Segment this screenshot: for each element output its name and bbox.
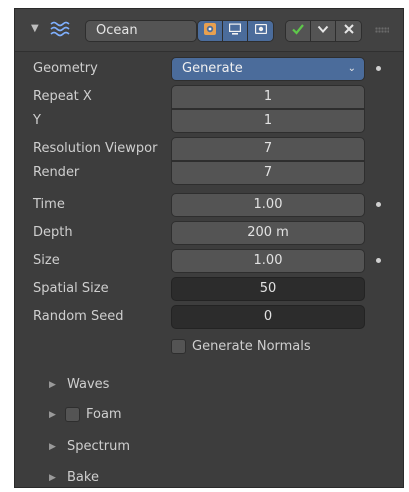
triangle-right-icon: ▶ <box>49 410 56 420</box>
repeat-x-label: Repeat X <box>33 89 92 104</box>
render-icon <box>253 21 269 41</box>
time-field[interactable]: 1.00 <box>171 193 365 217</box>
repeat-y-row: Y 1 <box>15 109 403 133</box>
subpanel-label: Foam <box>86 407 122 422</box>
time-label: Time <box>33 197 65 212</box>
close-icon <box>341 21 357 41</box>
subpanel-foam[interactable]: ▶ Foam <box>15 401 403 429</box>
drag-grip-icon[interactable] <box>375 27 389 33</box>
depth-row: Depth 200 m <box>15 221 403 245</box>
depth-field[interactable]: 200 m <box>171 221 365 245</box>
chevron-down-icon: ⌄ <box>347 63 356 74</box>
repeat-y-label: Y <box>33 113 41 128</box>
subpanel-waves[interactable]: ▶ Waves <box>15 371 403 399</box>
triangle-down-icon[interactable]: ▼ <box>31 20 45 38</box>
random-seed-field[interactable]: 0 <box>171 305 365 329</box>
keyframe-dot-icon[interactable] <box>376 66 381 71</box>
subpanel-spectrum[interactable]: ▶ Spectrum <box>15 433 403 461</box>
modifier-header: ▼ Ocean <box>15 9 403 52</box>
resolution-render-label: Render <box>33 165 80 180</box>
spatial-size-row: Spatial Size 50 <box>15 277 403 301</box>
edit-mode-toggle[interactable] <box>198 21 223 41</box>
time-row: Time 1.00 <box>15 193 403 217</box>
checkmark-icon <box>290 21 306 41</box>
remove-modifier-button[interactable] <box>336 21 361 41</box>
ocean-modifier-panel: ▼ Ocean Geometry Generate ⌄ Repeat X 1 Y… <box>14 8 404 488</box>
depth-label: Depth <box>33 225 73 240</box>
viewport-icon <box>227 21 243 41</box>
random-seed-label: Random Seed <box>33 309 124 324</box>
spatial-size-label: Spatial Size <box>33 281 109 296</box>
random-seed-row: Random Seed 0 <box>15 305 403 329</box>
generate-normals-label: Generate Normals <box>192 339 311 354</box>
edit-mode-icon <box>202 21 218 41</box>
geometry-row: Geometry Generate ⌄ <box>15 57 403 81</box>
spatial-size-field[interactable]: 50 <box>171 277 365 301</box>
triangle-right-icon: ▶ <box>49 380 56 390</box>
triangle-right-icon: ▶ <box>49 442 56 452</box>
resolution-render-field[interactable]: 7 <box>171 161 365 185</box>
generate-normals-row: Generate Normals <box>15 335 403 359</box>
keyframe-dot-icon[interactable] <box>376 258 381 263</box>
subpanel-label: Waves <box>67 377 110 392</box>
display-toggle-group <box>197 20 274 42</box>
render-toggle[interactable] <box>248 21 273 41</box>
apply-button-group <box>285 20 362 42</box>
size-field[interactable]: 1.00 <box>171 249 365 273</box>
size-label: Size <box>33 253 60 268</box>
repeat-x-row: Repeat X 1 <box>15 85 403 109</box>
resolution-viewport-field[interactable]: 7 <box>171 137 365 161</box>
geometry-label: Geometry <box>33 61 98 76</box>
modifier-name-field[interactable]: Ocean <box>85 20 197 42</box>
modifier-name-text: Ocean <box>96 23 138 38</box>
repeat-x-field[interactable]: 1 <box>171 85 365 109</box>
modifier-menu-button[interactable] <box>311 21 336 41</box>
geometry-dropdown[interactable]: Generate ⌄ <box>171 57 365 81</box>
chevron-down-icon <box>315 21 331 41</box>
size-row: Size 1.00 <box>15 249 403 273</box>
ocean-waves-icon <box>49 19 71 39</box>
keyframe-dot-icon[interactable] <box>376 202 381 207</box>
resolution-viewport-row: Resolution Viewpor 7 <box>15 137 403 161</box>
repeat-y-field[interactable]: 1 <box>171 109 365 133</box>
apply-button[interactable] <box>286 21 311 41</box>
viewport-toggle[interactable] <box>223 21 248 41</box>
subpanel-label: Spectrum <box>67 439 130 454</box>
resolution-viewport-label: Resolution Viewpor <box>33 141 158 156</box>
geometry-value: Generate <box>182 61 243 76</box>
generate-normals-checkbox[interactable] <box>171 339 186 354</box>
foam-checkbox[interactable] <box>65 407 80 422</box>
resolution-render-row: Render 7 <box>15 161 403 185</box>
